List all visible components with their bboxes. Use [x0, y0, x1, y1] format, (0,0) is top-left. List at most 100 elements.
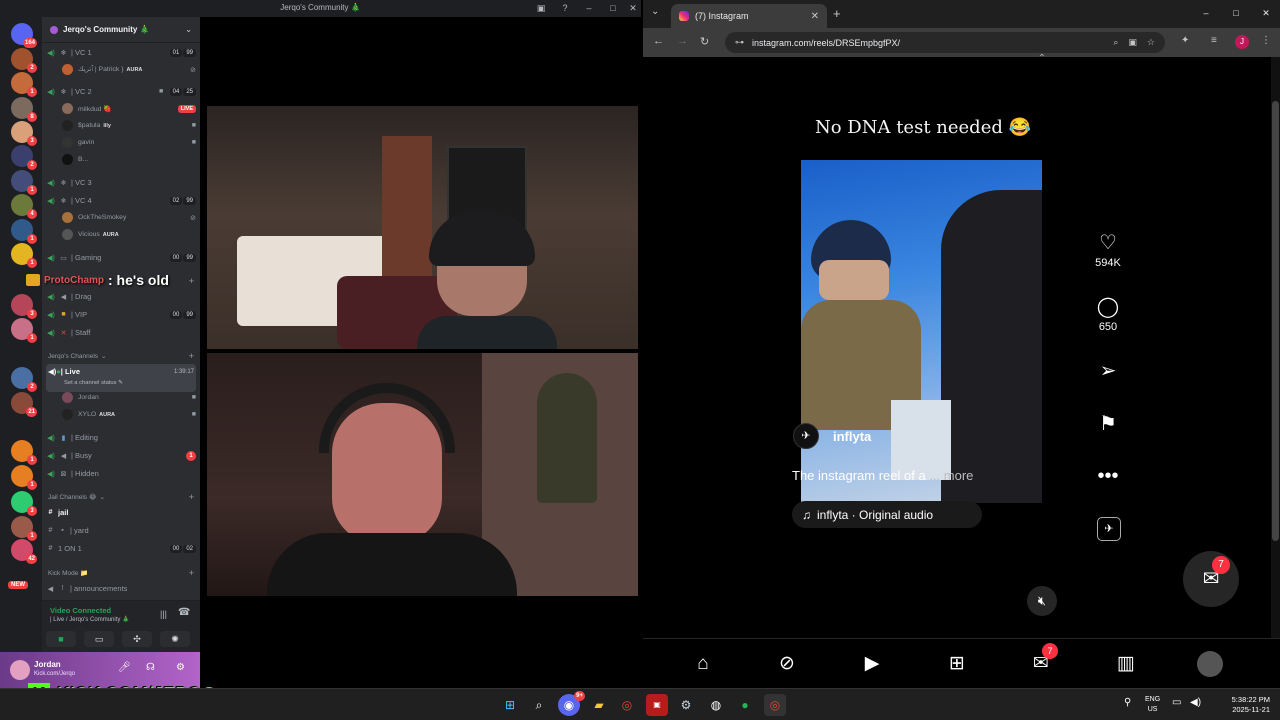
voice-channel-vc2[interactable]: ◀) ❄ | VC 2 ■ 04 25: [46, 84, 196, 99]
server-icon[interactable]: 1: [11, 516, 37, 541]
media-icon[interactable]: ≡: [1211, 35, 1217, 46]
zoom-icon[interactable]: ⌕: [1113, 37, 1118, 48]
chrome-active-icon[interactable]: ◎: [764, 694, 786, 716]
audio-page-button[interactable]: ✈: [1097, 517, 1121, 541]
app-icon[interactable]: ▣: [646, 694, 668, 716]
comment-button[interactable]: ◯ 650: [1091, 296, 1125, 333]
soundboard-button[interactable]: ✺: [160, 631, 190, 647]
server-icon[interactable]: 3: [11, 121, 37, 146]
save-button[interactable]: ⚑: [1091, 413, 1125, 435]
address-bar[interactable]: ⊶ instagram.com/reels/DRSEmpbgfPX/ ⌕ ▣ ☆: [725, 32, 1165, 53]
voice-channel-path[interactable]: | Live / Jerqo's Community 🎄: [50, 616, 130, 623]
windows-start-icon[interactable]: ⊞: [499, 694, 521, 716]
gear-icon[interactable]: ⚙: [176, 662, 185, 673]
microphone-icon[interactable]: 🎤︎: [118, 662, 131, 673]
server-icon[interactable]: 3: [11, 294, 37, 319]
server-icon[interactable]: 1: [11, 170, 37, 195]
scrollbar-thumb[interactable]: [1272, 101, 1279, 541]
server-icon[interactable]: 1: [11, 72, 37, 97]
reel-audio[interactable]: ♫ inflyta · Original audio: [792, 501, 982, 528]
webcam-feed-1[interactable]: [207, 106, 638, 349]
voice-channel-drag[interactable]: ◀) ◀ | Drag: [46, 289, 196, 304]
chrome-icon[interactable]: ◎: [616, 694, 638, 716]
scrollbar[interactable]: [1271, 57, 1280, 638]
voice-user[interactable]: ﭑﺗﺮﻳﻚ | Patrick } AURA ⊘: [62, 62, 196, 77]
voice-user[interactable]: milkdud 🍓 LIVE: [62, 101, 196, 116]
server-icon[interactable]: 2: [11, 48, 37, 73]
cast-icon[interactable]: ▣: [1128, 37, 1137, 48]
category-jerqos-channels[interactable]: Jerqo's Channels ⌄ +: [48, 350, 194, 362]
home-icon[interactable]: ⌂: [690, 651, 716, 677]
server-icon[interactable]: 1: [11, 465, 37, 490]
minimize-button[interactable]: –: [1199, 6, 1213, 20]
server-icon[interactable]: 42: [11, 539, 37, 564]
reel-caption[interactable]: The instagram reel of a ... more: [792, 468, 973, 483]
voice-user[interactable]: Jordan ■: [62, 390, 196, 405]
server-icon[interactable]: 1: [11, 243, 37, 268]
voice-channel-vc3[interactable]: ◀) ❄ | VC 3: [46, 175, 196, 190]
microphone-icon[interactable]: ⚲: [1124, 697, 1131, 708]
bookmark-star-icon[interactable]: ☆: [1147, 37, 1155, 48]
app-icon[interactable]: ◍: [705, 694, 727, 716]
site-info-icon[interactable]: ⊶: [735, 37, 744, 48]
search-icon[interactable]: ⌕: [528, 694, 550, 716]
voice-channel-vip[interactable]: ◀) ■ | VIP 00 99: [46, 307, 196, 322]
more-options-button[interactable]: •••: [1091, 465, 1125, 487]
voice-channel-gaming[interactable]: ◀) ▭ | Gaming 00 99: [46, 250, 196, 265]
channel-status[interactable]: Set a channel status ✎: [64, 380, 123, 386]
server-icon[interactable]: 1: [11, 318, 37, 343]
add-channel-icon[interactable]: +: [189, 276, 194, 286]
server-icon[interactable]: 4: [11, 194, 37, 219]
close-tab-icon[interactable]: ✕: [811, 11, 819, 22]
camera-button[interactable]: ■: [46, 631, 76, 647]
tab-instagram[interactable]: (7) Instagram ✕: [671, 4, 827, 28]
voice-channel-1on1[interactable]: # 1 ON 1 00 02: [46, 541, 196, 556]
direct-messages-icon[interactable]: 164: [11, 23, 37, 48]
discord-icon[interactable]: ◉ 9+: [558, 691, 585, 716]
server-header[interactable]: Jerqo's Community 🎄 ⌄: [42, 17, 200, 43]
like-button[interactable]: ♡ 594K: [1091, 232, 1125, 269]
live-channel-selected[interactable]: ◀) ● | Live 1:39:17 Set a channel status…: [46, 364, 196, 392]
maximize-button[interactable]: □: [1229, 6, 1243, 20]
voice-channel-vc1[interactable]: ◀) ❄ | VC 1 01 99: [46, 45, 196, 60]
noise-suppression-icon[interactable]: |||: [160, 609, 167, 619]
new-tab-icon[interactable]: +: [833, 6, 841, 21]
mute-button[interactable]: 🔇︎: [1027, 586, 1057, 616]
server-icon[interactable]: 2: [11, 145, 37, 170]
profile-avatar[interactable]: J: [1235, 35, 1249, 49]
voice-user[interactable]: $patula lily ■: [62, 118, 196, 133]
back-icon[interactable]: ←: [653, 35, 664, 47]
close-button[interactable]: ✕: [1259, 6, 1273, 20]
share-button[interactable]: ➢: [1091, 360, 1125, 382]
voice-user[interactable]: OckTheSmokey ⊘: [62, 210, 196, 225]
disconnect-icon[interactable]: ☎: [178, 607, 190, 618]
text-channel-jail[interactable]: # jail: [46, 505, 196, 520]
menu-icon[interactable]: ⋮: [1261, 35, 1271, 46]
language-indicator[interactable]: ENG US: [1145, 695, 1160, 715]
text-channel-announcements[interactable]: ◀ ! | announcements: [46, 581, 196, 596]
server-icon[interactable]: 3: [11, 491, 37, 516]
activities-button[interactable]: ✣: [122, 631, 152, 647]
steam-icon[interactable]: ⚙: [675, 694, 697, 716]
add-channel-icon[interactable]: +: [189, 492, 194, 502]
category-kick-mode[interactable]: Kick Mode 📁 +: [48, 567, 194, 579]
voice-user[interactable]: B...: [62, 152, 196, 167]
add-channel-icon[interactable]: +: [189, 568, 194, 578]
network-icon[interactable]: ▭: [1172, 697, 1181, 708]
maximize-button[interactable]: □: [606, 1, 620, 15]
category-jail-channels[interactable]: Jail Channels 😂 ⌄ +: [48, 491, 194, 503]
webcam-feed-2[interactable]: [207, 353, 638, 596]
add-channel-icon[interactable]: +: [189, 351, 194, 361]
voice-user[interactable]: gavin ■: [62, 135, 196, 150]
reel-video[interactable]: [801, 160, 1042, 503]
text-channel-yard[interactable]: # ▪ | yard: [46, 523, 196, 538]
server-icon[interactable]: 8: [11, 97, 37, 122]
voice-channel-hidden[interactable]: ◀) ⊠ | Hidden: [46, 466, 196, 481]
server-icon[interactable]: 1: [11, 440, 37, 465]
avatar[interactable]: [10, 660, 30, 680]
minimize-button[interactable]: –: [582, 1, 596, 15]
clock[interactable]: 5:38:22 PM 2025-11-21: [1210, 695, 1270, 715]
extensions-icon[interactable]: ✦: [1181, 35, 1189, 46]
inbox-icon[interactable]: ▣: [534, 1, 548, 15]
previous-reel-icon[interactable]: ⌃: [1028, 53, 1056, 65]
